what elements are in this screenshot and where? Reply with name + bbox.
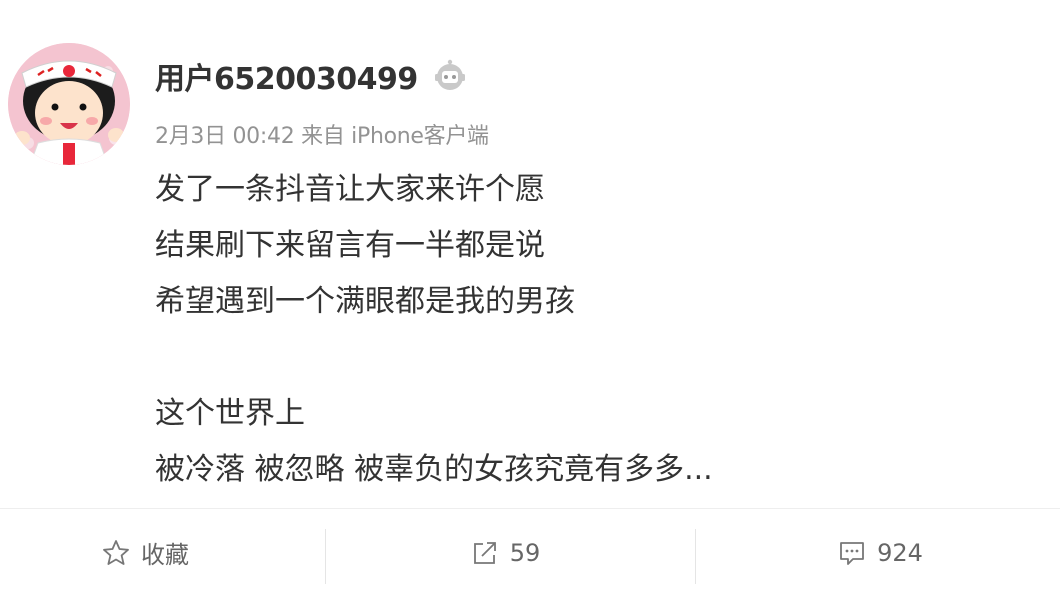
content-blank-line [155, 330, 713, 386]
username[interactable]: 用户6520030499 [155, 54, 418, 98]
content-line: 被冷落 被忽略 被辜负的女孩究竟有多多... [155, 452, 713, 487]
share-arrow-icon [470, 538, 500, 568]
content-line: 结果刷下来留言有一半都是说 [155, 228, 545, 263]
share-button[interactable]: 59 [420, 509, 590, 596]
post-content: 发了一条抖音让大家来许个愿 结果刷下来留言有一半都是说 希望遇到一个满眼都是我的… [155, 162, 713, 498]
comment-count: 924 [877, 538, 923, 567]
post-meta: 2月3日 00:42 来自 iPhone客户端 [155, 124, 489, 149]
content-line: 发了一条抖音让大家来许个愿 [155, 172, 545, 207]
favorite-button[interactable]: 收藏 [60, 509, 230, 596]
comment-button[interactable]: 924 [790, 509, 970, 596]
action-separator [695, 529, 696, 584]
action-bar: 收藏 59 924 [0, 509, 1060, 596]
comment-bubble-icon [837, 538, 867, 568]
star-outline-icon [101, 538, 131, 568]
avatar-illustration [8, 43, 130, 165]
avatar[interactable] [8, 43, 130, 165]
user-line: 用户6520030499 [155, 54, 468, 98]
favorite-label: 收藏 [141, 541, 189, 569]
share-count: 59 [509, 538, 541, 567]
content-line: 这个世界上 [155, 396, 305, 431]
action-separator [325, 529, 326, 584]
content-line: 希望遇到一个满眼都是我的男孩 [155, 284, 575, 319]
robot-badge-icon [432, 58, 468, 94]
weibo-post: 用户6520030499 2月3日 00:42 来自 iPhone客户端 发了一… [0, 0, 1060, 506]
